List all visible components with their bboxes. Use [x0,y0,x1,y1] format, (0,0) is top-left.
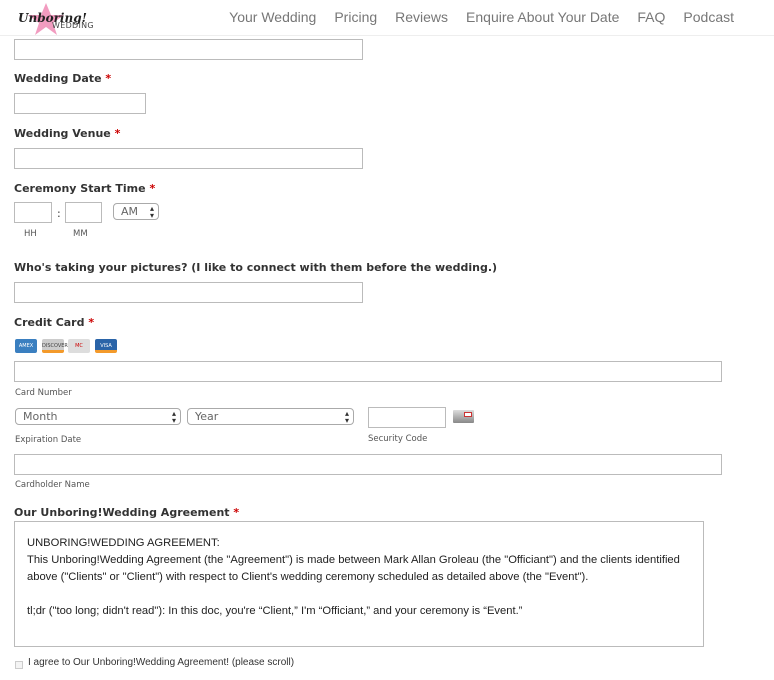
nav-podcast[interactable]: Podcast [683,9,734,25]
nav-reviews[interactable]: Reviews [395,9,448,25]
header: Unboring! WEDDING Your Wedding Pricing R… [0,0,774,36]
nav-faq[interactable]: FAQ [637,9,665,25]
select-arrows-icon: ▴ ▾ [149,204,154,220]
wedding-venue-input[interactable] [14,148,363,169]
nav-pricing[interactable]: Pricing [334,9,377,25]
agree-label[interactable]: I agree to Our Unboring!Wedding Agreemen… [28,657,294,668]
agreement-textbox[interactable]: UNBORING!WEDDING AGREEMENT: This Unborin… [14,521,704,647]
agreement-tldr: tl;dr ("too long; didn't read"): In this… [27,605,523,617]
security-code-label: Security Code [368,434,428,444]
year-select[interactable]: Year ▴ ▾ [187,408,354,425]
mm-label: MM [73,229,88,239]
ceremony-time-label: Ceremony Start Time * [14,182,156,195]
wedding-date-label: Wedding Date * [14,72,112,85]
agree-checkbox[interactable] [15,661,23,669]
card-number-label: Card Number [15,388,72,398]
nav-your-wedding[interactable]: Your Wedding [229,9,316,25]
photographer-label: Who's taking your pictures? (I like to c… [14,261,498,274]
card-number-input[interactable] [14,361,722,382]
hour-input[interactable] [14,202,52,223]
ampm-select[interactable]: AM ▴ ▾ [113,203,159,220]
cardholder-name-label: Cardholder Name [15,480,90,490]
hh-label: HH [24,229,37,239]
agreement-paragraph: This Unboring!Wedding Agreement (the "Ag… [27,554,680,583]
photographer-input[interactable] [14,282,363,303]
agreement-label: Our Unboring!Wedding Agreement * [14,506,240,519]
mastercard-icon: MC [68,339,90,353]
security-code-card-icon [453,410,474,423]
visa-icon: VISA [95,339,117,353]
minute-input[interactable] [65,202,102,223]
main-nav: Your Wedding Pricing Reviews Enquire Abo… [229,9,734,25]
logo-sub: WEDDING [52,21,94,30]
select-arrows-icon: ▴ ▾ [171,409,176,425]
nav-enquire[interactable]: Enquire About Your Date [466,9,619,25]
previous-field-input[interactable] [14,39,363,60]
select-arrows-icon: ▴ ▾ [344,409,349,425]
expiration-label: Expiration Date [15,435,82,445]
discover-icon: DISCOVER [42,339,68,353]
logo[interactable]: Unboring! WEDDING [16,2,96,36]
amex-icon: AMEX [15,339,37,353]
credit-card-label: Credit Card * [14,316,95,329]
security-code-input[interactable] [368,407,446,428]
agreement-heading: UNBORING!WEDDING AGREEMENT: [27,537,220,549]
month-select[interactable]: Month ▴ ▾ [15,408,181,425]
time-colon: : [57,207,61,220]
cardholder-name-input[interactable] [14,454,722,475]
wedding-venue-label: Wedding Venue * [14,127,121,140]
wedding-date-input[interactable] [14,93,146,114]
